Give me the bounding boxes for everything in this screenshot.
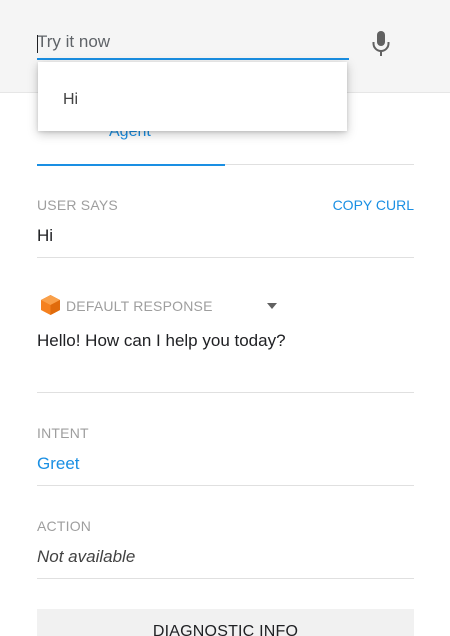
default-response-cube-icon: [41, 295, 60, 315]
action-value: Not available: [37, 547, 136, 566]
user-says-section: USER SAYS COPY CURL Hi: [37, 195, 414, 258]
suggestion-dropdown: Hi: [38, 62, 347, 131]
copy-curl-link[interactable]: COPY CURL: [333, 197, 414, 213]
suggestion-item[interactable]: Hi: [38, 62, 347, 131]
try-it-now-input[interactable]: [37, 30, 349, 60]
microphone-icon[interactable]: [369, 30, 393, 58]
intent-section: INTENT Greet: [37, 423, 414, 486]
diagnostic-info-label: DIAGNOSTIC INFO: [152, 623, 299, 636]
diagnostic-info-button[interactable]: DIAGNOSTIC INFO: [37, 609, 414, 636]
default-response-value: Hello! How can I help you today?: [37, 331, 286, 350]
user-says-label: USER SAYS: [37, 197, 118, 213]
intent-link[interactable]: Greet: [37, 454, 80, 474]
user-says-value: Hi: [37, 226, 54, 245]
action-label: ACTION: [37, 518, 92, 534]
default-response-label: DEFAULT RESPONSE: [66, 298, 213, 314]
suggestion-item-label: Hi: [63, 91, 79, 108]
default-response-section: DEFAULT RESPONSE Hello! How can I help y…: [37, 293, 414, 393]
active-tab-indicator: [37, 164, 225, 166]
caret-down-icon[interactable]: [266, 302, 278, 310]
intent-label: INTENT: [37, 425, 89, 441]
action-section: ACTION Not available: [37, 516, 414, 579]
text-cursor: [37, 35, 38, 53]
